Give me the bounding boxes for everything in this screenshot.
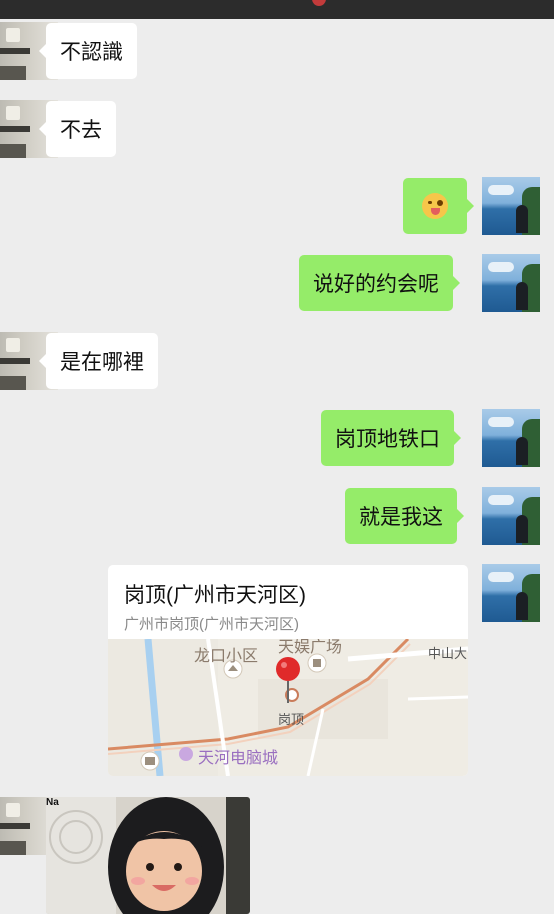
message-text: 就是我这 (359, 506, 443, 529)
my-avatar[interactable] (482, 487, 540, 545)
map-label: 龙口小区 (194, 648, 259, 665)
message-text: 说好的约会呢 (313, 273, 439, 296)
my-avatar[interactable] (482, 564, 540, 622)
map-label: 岗顶 (278, 712, 305, 727)
map-label: 中山大 (428, 646, 468, 661)
message-text: 岗顶地铁口 (335, 428, 440, 451)
photo-message[interactable]: Na (46, 797, 250, 914)
map-label: 天河电脑城 (198, 750, 279, 767)
status-bar (0, 0, 554, 19)
photo-image (46, 797, 250, 914)
message-text: 不去 (60, 119, 102, 142)
message-text: 不認識 (60, 41, 123, 64)
location-map[interactable]: 龙口小区 天娱广场 中山大 岗顶 天河电脑城 (108, 639, 468, 776)
photo-caption: Na (46, 797, 59, 808)
map-label: 天娱广场 (278, 639, 343, 656)
my-avatar[interactable] (482, 254, 540, 312)
received-message[interactable]: 是在哪裡 (39, 333, 158, 389)
received-message[interactable]: 不認識 (39, 23, 137, 79)
sent-message[interactable]: 就是我这 (345, 488, 464, 544)
sent-message[interactable]: 说好的约会呢 (299, 255, 460, 311)
status-dot (312, 0, 326, 6)
sent-message[interactable]: 岗顶地铁口 (321, 410, 461, 466)
my-avatar[interactable] (482, 177, 540, 235)
sent-emoji-message[interactable] (403, 178, 474, 234)
map-graphic (108, 639, 468, 776)
message-text: 是在哪裡 (60, 351, 144, 374)
received-message[interactable]: 不去 (39, 101, 116, 157)
my-avatar[interactable] (482, 409, 540, 467)
tongue-out-emoji-icon (422, 193, 448, 219)
location-message[interactable]: 岗顶(广州市天河区) 广州市岗顶(广州市天河区) 龙口小区 天娱广场 中山大 岗… (108, 565, 468, 776)
location-subtitle: 广州市岗顶(广州市天河区) (124, 616, 299, 633)
location-title: 岗顶(广州市天河区) (124, 584, 306, 607)
